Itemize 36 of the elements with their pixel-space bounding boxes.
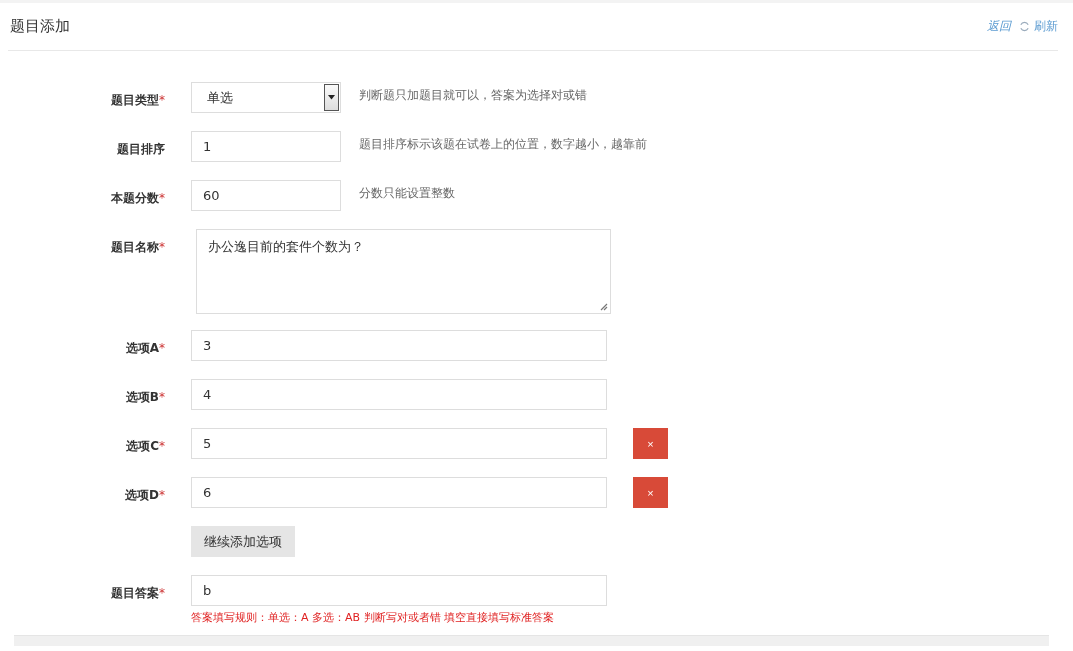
refresh-icon (1019, 21, 1030, 32)
type-select[interactable]: 单选 (191, 82, 341, 113)
field-label: 本题分数* (110, 190, 165, 207)
field-label: 选项B* (124, 389, 165, 406)
input-field[interactable]: 1 (191, 131, 341, 162)
input-field[interactable]: b (191, 575, 607, 606)
required-mark: * (159, 191, 165, 205)
hint-text: 题目排序标示该题在试卷上的位置，数字越小，越靠前 (359, 136, 647, 153)
field-label: 选项D* (124, 487, 165, 504)
text-area[interactable]: 办公逸目前的套件个数为？ (196, 229, 611, 314)
required-mark: * (159, 390, 165, 404)
hint-text: 判断题只加题目就可以，答案为选择对或错 (359, 87, 587, 104)
field-label: 题目名称* (110, 239, 165, 256)
required-mark: * (159, 439, 165, 453)
field-label: 选项C* (125, 438, 165, 455)
input-field[interactable]: 4 (191, 379, 607, 410)
required-mark: * (159, 488, 165, 502)
field-label: 题目类型* (110, 92, 165, 109)
input-field[interactable]: 5 (191, 428, 607, 459)
required-mark: * (159, 93, 165, 107)
field-label: 选项A* (124, 340, 165, 357)
field-label: 题目答案* (110, 585, 165, 602)
hint-text: 分数只能设置整数 (359, 185, 455, 202)
field-label: 题目排序 (116, 141, 165, 158)
required-mark: * (159, 240, 165, 254)
answer-rule-text: 答案填写规则：单选：A 多选：AB 判断写对或者错 填空直接填写标准答案 (191, 610, 556, 625)
add-option-button[interactable]: 继续添加选项 (191, 526, 295, 557)
remove-button[interactable]: × (633, 428, 668, 459)
input-field[interactable]: 6 (191, 477, 607, 508)
input-field[interactable]: 3 (191, 330, 607, 361)
page-title: 题目添加 (9, 17, 70, 36)
required-mark: * (159, 341, 165, 355)
required-mark: * (159, 586, 165, 600)
resize-grip-icon (600, 303, 608, 311)
input-field[interactable]: 60 (191, 180, 341, 211)
remove-button[interactable]: × (633, 477, 668, 508)
